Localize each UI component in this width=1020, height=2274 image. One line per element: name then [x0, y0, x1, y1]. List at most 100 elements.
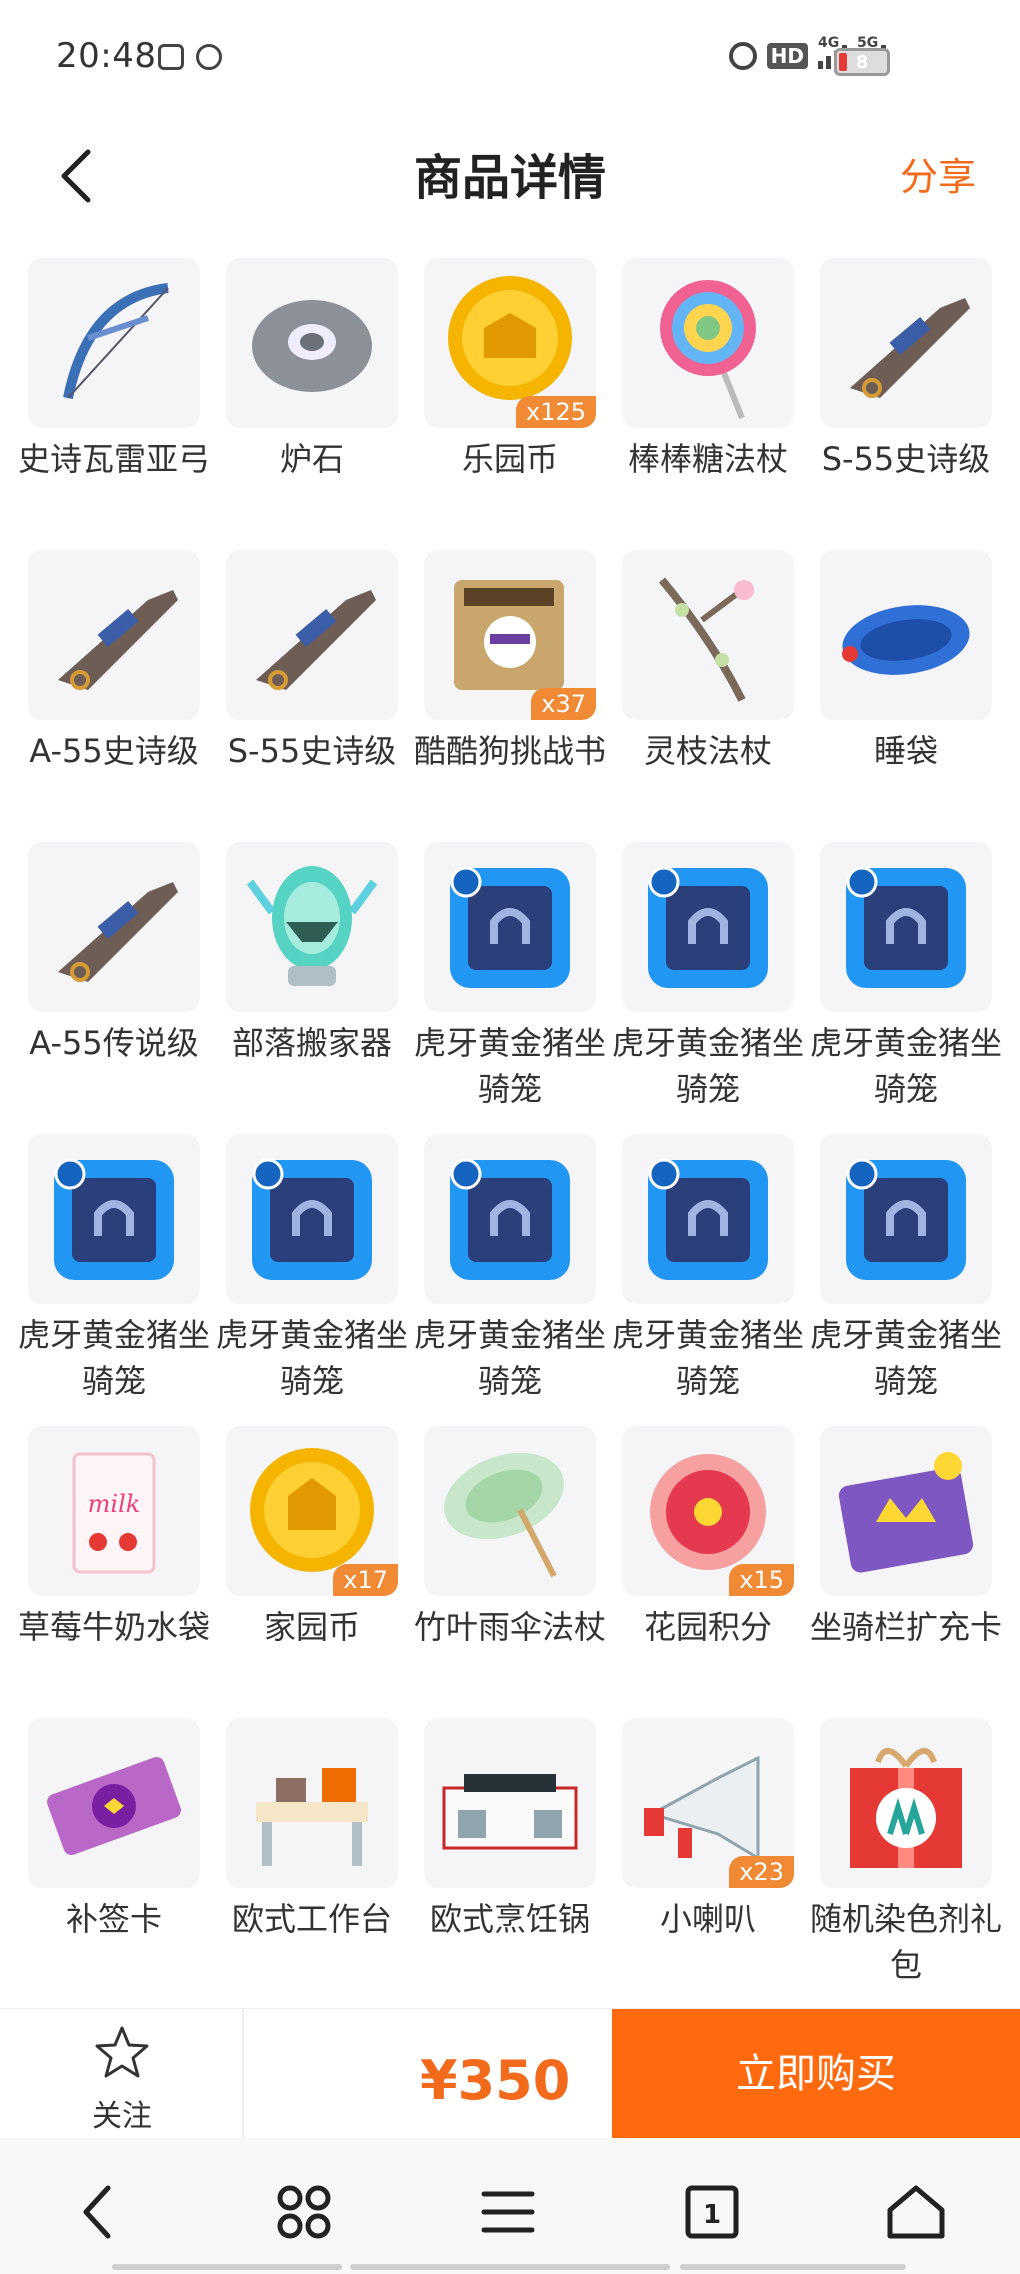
item-thumbnail: x23	[622, 1718, 794, 1888]
item-name: 虎牙黄金猪坐骑笼	[810, 1024, 1003, 1108]
status-bar: 20:48 HD 4G 5G 8	[0, 0, 1020, 118]
item-name: 史诗瓦雷亚弓	[18, 440, 211, 478]
item-card[interactable]: 虎牙黄金猪坐骑笼	[810, 1132, 1012, 1424]
expansion-card-icon	[838, 1452, 974, 1573]
umbrella-icon	[444, 1452, 564, 1578]
lollipop-icon	[660, 280, 756, 420]
buy-now-button[interactable]: 立即购买	[612, 2009, 1020, 2139]
item-card[interactable]: x15 花园积分	[616, 1424, 814, 1716]
item-card[interactable]: 竹叶雨伞法杖	[414, 1424, 616, 1716]
item-thumbnail: x15	[622, 1426, 794, 1596]
item-name: 家园币	[263, 1608, 360, 1646]
quantity-badge: x125	[515, 396, 596, 428]
item-thumbnail	[820, 1426, 992, 1596]
item-grid: 史诗瓦雷亚弓 炉石 x125 乐园币 棒棒糖法杖 S-55史诗级 A-55史诗级 S-55史诗…	[18, 256, 1002, 2008]
app-notification-icon	[196, 44, 222, 70]
item-name: 酷酷狗挑战书	[414, 732, 607, 770]
item-thumbnail	[226, 842, 398, 1012]
item-name: 虎牙黄金猪坐骑笼	[612, 1316, 805, 1400]
item-name: 乐园币	[461, 440, 558, 478]
item-card[interactable]: 部落搬家器	[220, 840, 418, 1132]
hd-badge: HD	[766, 43, 808, 69]
nav-back-icon[interactable]	[68, 2180, 132, 2244]
item-card[interactable]: x23 小喇叭	[616, 1716, 814, 2008]
item-name: 睡袋	[873, 732, 938, 770]
item-thumbnail	[424, 842, 596, 1012]
item-card[interactable]: A-55传说级	[22, 840, 220, 1132]
rifle-icon	[850, 298, 970, 398]
item-card[interactable]: x17 家园币	[220, 1424, 418, 1716]
item-name: 补签卡	[65, 1900, 162, 1938]
item-thumbnail	[28, 842, 200, 1012]
item-name: A-55传说级	[29, 1024, 199, 1062]
item-name: 部落搬家器	[231, 1024, 392, 1062]
item-card[interactable]: x125 乐园币	[418, 256, 616, 548]
milk-pouch-icon: milk	[72, 1452, 156, 1574]
item-card[interactable]: 虎牙黄金猪坐骑笼	[414, 1132, 616, 1424]
apps-icon[interactable]	[272, 2180, 336, 2244]
item-card[interactable]: 补签卡	[22, 1716, 220, 2008]
rifle-icon	[58, 882, 178, 982]
status-time: 20:48	[56, 36, 157, 76]
price: ¥350	[420, 2049, 571, 2112]
item-card[interactable]: S-55史诗级	[220, 548, 418, 840]
item-card[interactable]: 坐骑栏扩充卡	[810, 1424, 1012, 1716]
item-card[interactable]: 灵枝法杖	[616, 548, 814, 840]
tabs-icon[interactable]: 1	[680, 2180, 744, 2244]
quantity-badge: x37	[531, 688, 596, 720]
mount-cage-icon	[252, 1158, 372, 1280]
mount-cage-icon	[450, 1158, 570, 1280]
home-icon[interactable]	[884, 2180, 948, 2244]
mount-cage-icon	[648, 1158, 768, 1280]
item-card[interactable]: 棒棒糖法杖	[616, 256, 814, 548]
gallery-icon	[158, 44, 184, 70]
follow-button[interactable]: 关注	[62, 2023, 182, 2135]
item-thumbnail	[28, 1718, 200, 1888]
item-name: S-55史诗级	[821, 440, 991, 478]
item-card[interactable]: milk 草莓牛奶水袋	[18, 1424, 220, 1716]
item-card[interactable]: 虎牙黄金猪坐骑笼	[18, 1132, 220, 1424]
item-card[interactable]: S-55史诗级	[814, 256, 1012, 548]
item-card[interactable]: 史诗瓦雷亚弓	[18, 256, 220, 548]
item-thumbnail	[28, 550, 200, 720]
rifle-icon	[58, 590, 178, 690]
menu-icon[interactable]	[476, 2180, 540, 2244]
gesture-indicator	[680, 2264, 906, 2270]
svg-text:1: 1	[703, 2200, 721, 2230]
item-name: 小喇叭	[659, 1900, 756, 1938]
item-card[interactable]: 睡袋	[814, 548, 1012, 840]
item-card[interactable]: 炉石	[220, 256, 418, 548]
item-card[interactable]: 虎牙黄金猪坐骑笼	[612, 840, 814, 1132]
item-name: 虎牙黄金猪坐骑笼	[414, 1316, 607, 1400]
share-button[interactable]: 分享	[900, 146, 976, 201]
item-card[interactable]: x37 酷酷狗挑战书	[414, 548, 616, 840]
item-thumbnail	[28, 258, 200, 428]
divider	[242, 2009, 244, 2139]
item-name: 欧式烹饪锅	[429, 1900, 590, 1938]
item-thumbnail	[820, 842, 992, 1012]
item-name: 灵枝法杖	[643, 732, 772, 770]
egg-capsule-icon	[246, 866, 378, 986]
item-name: S-55史诗级	[227, 732, 397, 770]
item-card[interactable]: 随机染色剂礼包	[810, 1716, 1012, 2008]
item-card[interactable]: 欧式烹饪锅	[418, 1716, 616, 2008]
item-thumbnail	[28, 1134, 200, 1304]
mount-cage-icon	[846, 866, 966, 988]
svg-text:milk: milk	[88, 1490, 141, 1518]
item-thumbnail	[226, 550, 398, 720]
item-card[interactable]: 虎牙黄金猪坐骑笼	[612, 1132, 814, 1424]
item-card[interactable]: A-55史诗级	[22, 548, 220, 840]
item-card[interactable]: 虎牙黄金猪坐骑笼	[216, 1132, 418, 1424]
follow-label: 关注	[92, 2099, 152, 2134]
action-bar: 关注 ¥350 立即购买	[0, 2008, 1020, 2139]
item-thumbnail	[226, 1134, 398, 1304]
item-thumbnail	[820, 1718, 992, 1888]
item-card[interactable]: 虎牙黄金猪坐骑笼	[414, 840, 616, 1132]
item-thumbnail	[226, 258, 398, 428]
item-card[interactable]: 欧式工作台	[220, 1716, 418, 2008]
star-icon	[95, 2026, 149, 2078]
item-thumbnail	[622, 1134, 794, 1304]
item-card[interactable]: 虎牙黄金猪坐骑笼	[810, 840, 1012, 1132]
item-name: 炉石	[279, 440, 344, 478]
item-thumbnail	[424, 1718, 596, 1888]
